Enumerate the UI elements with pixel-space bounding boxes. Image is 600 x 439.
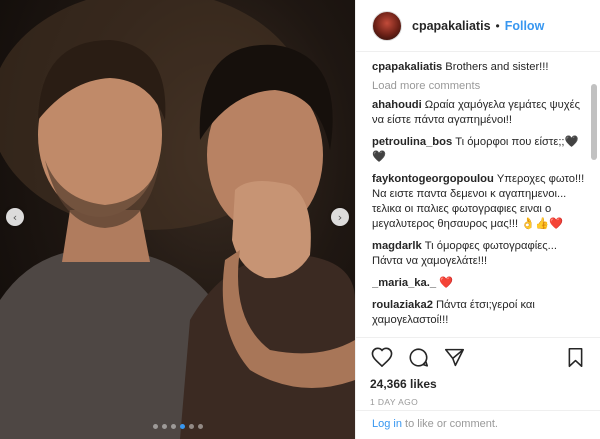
post-photo[interactable]: ‹ ›: [0, 0, 355, 439]
bookmark-icon[interactable]: [563, 345, 587, 369]
post-timestamp: 1 DAY AGO: [370, 397, 419, 407]
photo-image: [0, 0, 355, 439]
carousel-dot: [152, 424, 158, 429]
comments-scrollbar[interactable]: [591, 84, 597, 160]
login-prompt-text: to like or comment.: [401, 418, 498, 430]
comment-username[interactable]: faykontogeorgopoulou: [372, 173, 494, 185]
carousel-dot: [188, 424, 194, 429]
comment-item: roulaziaka2 Πάντα έτσι;γεροί και χαμογελα…: [372, 298, 590, 328]
header-separator: •: [495, 18, 500, 33]
comment-username[interactable]: roulaziaka2: [372, 299, 433, 311]
caption: cpapakaliatis Brothers and sister!!!: [372, 60, 590, 75]
comment-item: faykontogeorgopoulou Υπεροχες φωτο!!! Να …: [372, 172, 590, 232]
carousel-dot: [170, 424, 176, 429]
carousel-dot: [161, 424, 167, 429]
comment-item: petroulina_bos Τι όμορφοι που είστε;;🖤🖤: [372, 135, 590, 165]
comment-username[interactable]: _maria_ka._: [372, 277, 436, 289]
carousel-next-button[interactable]: ›: [331, 208, 349, 226]
comment-username[interactable]: magdarlk: [372, 240, 422, 252]
heart-icon[interactable]: [370, 345, 394, 369]
post-header: cpapakaliatis • Follow: [356, 0, 600, 52]
follow-button[interactable]: Follow: [505, 19, 545, 33]
comment-username[interactable]: ahahoudi: [372, 99, 422, 111]
login-link[interactable]: Log in: [372, 418, 402, 430]
post-sidebar: cpapakaliatis • Follow cpapakaliatis Brot…: [355, 0, 600, 439]
share-icon[interactable]: [442, 345, 466, 369]
carousel-dot: [179, 424, 185, 429]
comments-list: cpapakaliatis Brothers and sister!!! Load…: [372, 60, 590, 334]
load-more-comments-button[interactable]: Load more comments: [372, 80, 590, 92]
carousel-dot: [197, 424, 203, 429]
comment-item: _maria_ka._ ❤️: [372, 276, 590, 291]
comment-item: ahahoudi Ωραία χαμόγελα γεμάτες ψυχές να …: [372, 98, 590, 128]
avatar[interactable]: [372, 10, 402, 41]
caption-username[interactable]: cpapakaliatis: [372, 61, 442, 73]
carousel-prev-button[interactable]: ‹: [6, 208, 24, 226]
caption-text: Brothers and sister!!!: [445, 61, 549, 73]
comment-username[interactable]: petroulina_bos: [372, 136, 452, 148]
post-actions: 24,366 likes 1 DAY AGO Log in to like or…: [356, 337, 600, 439]
comment-icon[interactable]: [406, 345, 430, 369]
login-prompt: Log in to like or comment.: [356, 410, 600, 437]
likes-count[interactable]: 24,366 likes: [370, 377, 587, 391]
comment-text: ❤️: [439, 277, 454, 289]
carousel-indicator: [0, 424, 355, 429]
comment-item: magdarlk Τι όμορφες φωτογραφίες... Πάντα …: [372, 239, 590, 269]
header-username[interactable]: cpapakaliatis: [412, 19, 491, 33]
